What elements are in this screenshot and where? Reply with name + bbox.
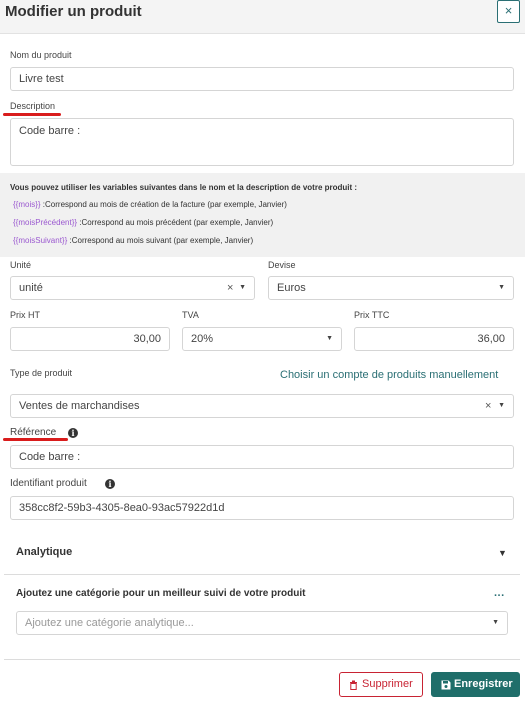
divider — [4, 659, 520, 660]
currency-label: Devise — [268, 260, 296, 270]
annotation-underline — [3, 113, 61, 116]
close-button[interactable]: × — [497, 0, 520, 23]
divider — [4, 574, 520, 575]
product-id-input[interactable]: 358cc8f2-59b3-4305-8ea0-93ac57922d1d — [10, 496, 514, 520]
variable-desc: :Correspond au mois suivant (par exemple… — [67, 236, 254, 245]
chevron-down-icon: ▼ — [498, 284, 505, 291]
annotation-underline — [3, 438, 68, 441]
floppy-disk-icon — [441, 673, 451, 699]
delete-button[interactable]: Supprimer — [339, 672, 423, 697]
clear-icon[interactable]: × — [227, 277, 233, 299]
analytic-category-select[interactable]: Ajoutez une catégorie analytique... ▼ — [16, 611, 508, 635]
price-ttc-label: Prix TTC — [354, 310, 390, 320]
analytic-category-placeholder: Ajoutez une catégorie analytique... — [25, 617, 194, 629]
description-textarea[interactable]: Code barre : — [10, 118, 514, 166]
price-ht-input[interactable]: 30,00 — [10, 327, 170, 351]
reference-input[interactable]: Code barre : — [10, 445, 514, 469]
product-type-label: Type de produit — [10, 368, 73, 378]
vat-value: 20% — [191, 333, 214, 345]
delete-label: Supprimer — [362, 678, 413, 690]
choose-account-link[interactable]: Choisir un compte de produits manuelleme… — [280, 369, 498, 381]
product-name-label: Nom du produit — [10, 50, 72, 60]
chevron-down-icon: ▼ — [492, 619, 499, 626]
variable-token: {{mois}} — [13, 200, 41, 209]
unit-label: Unité — [10, 260, 32, 270]
variables-title: Vous pouvez utiliser les variables suiva… — [10, 183, 358, 192]
variable-line: {{moisSuivant}} :Correspond au mois suiv… — [13, 236, 253, 245]
chevron-down-icon[interactable]: ▼ — [498, 548, 507, 558]
modal-header: Modifier un produit × — [0, 0, 525, 34]
product-type-select[interactable]: Ventes de marchandises × ▼ — [10, 394, 514, 418]
trash-icon — [349, 673, 358, 699]
product-type-value: Ventes de marchandises — [19, 400, 140, 412]
info-icon[interactable]: i — [68, 428, 78, 438]
product-id-label: Identifiant produit — [10, 478, 87, 489]
unit-select[interactable]: unité × ▼ — [10, 276, 255, 300]
vat-select[interactable]: 20% ▼ — [182, 327, 342, 351]
chevron-down-icon: ▼ — [498, 402, 505, 409]
info-icon[interactable]: i — [105, 479, 115, 489]
currency-value: Euros — [277, 282, 306, 294]
variable-desc: :Correspond au mois de création de la fa… — [40, 200, 287, 209]
price-ht-label: Prix HT — [10, 310, 40, 320]
vat-label: TVA — [182, 310, 199, 320]
save-button[interactable]: Enregistrer — [431, 672, 520, 697]
clear-icon[interactable]: × — [485, 395, 491, 417]
more-options-icon[interactable]: ... — [494, 587, 505, 599]
variable-token: {{moisPrécédent}} — [13, 218, 78, 227]
variable-desc: :Correspond au mois précédent (par exemp… — [77, 218, 274, 227]
close-icon: × — [504, 3, 513, 18]
description-label: Description — [10, 101, 56, 111]
modal-title: Modifier un produit — [5, 3, 142, 20]
price-ttc-input[interactable]: 36,00 — [354, 327, 514, 351]
chevron-down-icon: ▼ — [239, 284, 246, 291]
unit-value: unité — [19, 282, 43, 294]
variable-line: {{mois}} :Correspond au mois de création… — [13, 200, 287, 209]
analytics-section-title[interactable]: Analytique — [16, 546, 72, 558]
category-title: Ajoutez une catégorie pour un meilleur s… — [16, 588, 306, 599]
currency-select[interactable]: Euros ▼ — [268, 276, 514, 300]
save-label: Enregistrer — [454, 678, 513, 690]
variables-info-box: Vous pouvez utiliser les variables suiva… — [0, 173, 525, 257]
variable-token: {{moisSuivant}} — [13, 236, 68, 245]
variable-line: {{moisPrécédent}} :Correspond au mois pr… — [13, 218, 273, 227]
chevron-down-icon: ▼ — [326, 335, 333, 342]
product-name-input[interactable]: Livre test — [10, 67, 514, 91]
reference-label: Référence — [10, 427, 57, 438]
